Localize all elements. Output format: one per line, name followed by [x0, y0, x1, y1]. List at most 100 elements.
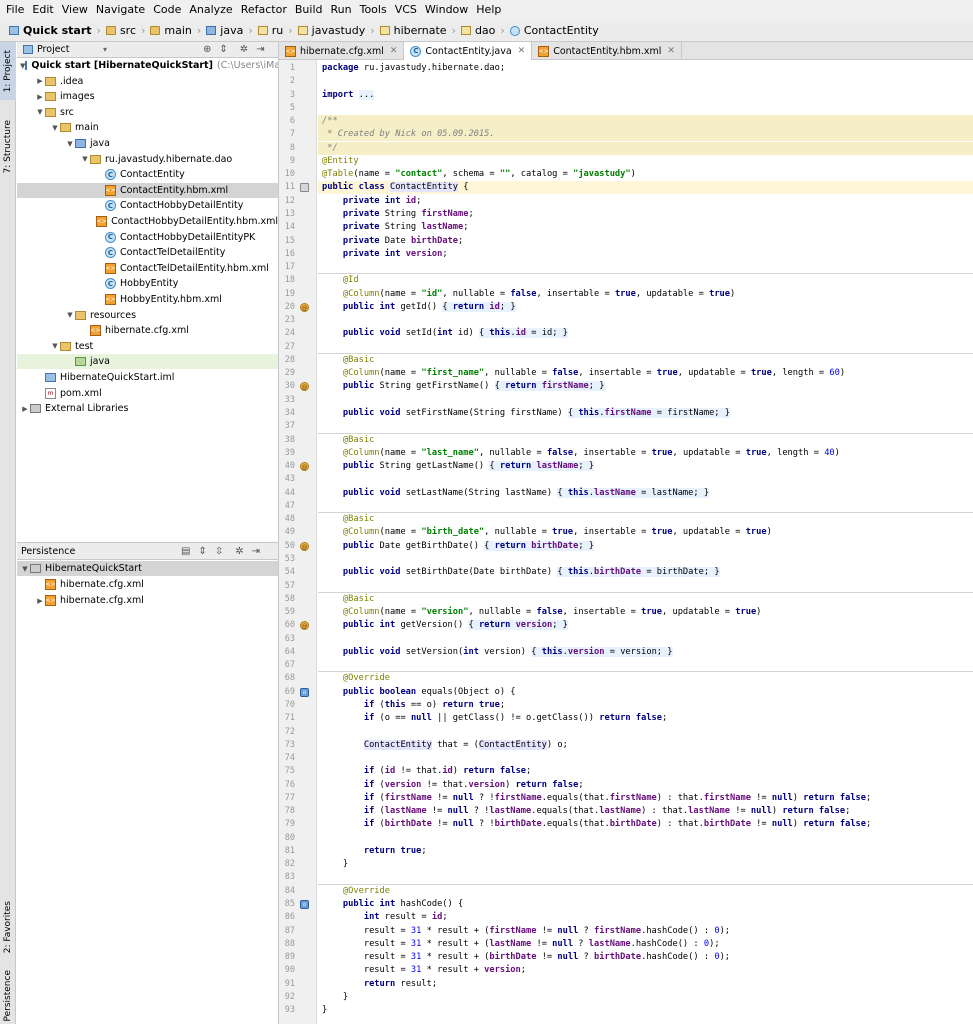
code-line[interactable]: result = 31 * result + (firstName != nul… [318, 925, 973, 938]
code-line[interactable]: private String lastName; [318, 221, 973, 234]
breadcrumb-item[interactable]: javastudy [295, 21, 369, 41]
code-line[interactable]: @Basic [318, 354, 973, 367]
tab-persistence[interactable]: Persistence [0, 967, 16, 1024]
code-line[interactable]: public void setVersion(int version) { th… [318, 646, 973, 659]
gear-icon[interactable]: ✲ [240, 44, 248, 55]
code-line[interactable]: @Entity [318, 155, 973, 168]
breadcrumb-item[interactable]: hibernate [377, 21, 450, 41]
code-line[interactable]: if (lastName != null ? !lastName.equals(… [318, 805, 973, 818]
code-line[interactable] [318, 633, 973, 646]
hide-panel-icon[interactable]: ⇥ [256, 44, 264, 55]
menu-item-vcs[interactable]: VCS [391, 0, 421, 20]
code-line[interactable]: public int getId() { return id; } [318, 301, 973, 314]
code-line[interactable] [318, 473, 973, 486]
expand-arrow-icon[interactable]: ▼ [35, 108, 45, 116]
code-line[interactable]: @Column(name = "first_name", nullable = … [318, 367, 973, 380]
breadcrumb-item[interactable]: main [147, 21, 194, 41]
code-line[interactable]: package ru.javastudy.hibernate.dao; [318, 62, 973, 75]
override-icon[interactable]: o [300, 900, 309, 909]
code-line[interactable]: if (o == null || getClass() != o.getClas… [318, 712, 973, 725]
code-line[interactable] [318, 726, 973, 739]
code-line[interactable]: public String getLastName() { return las… [318, 460, 973, 473]
expand-icon[interactable]: ⇕ [198, 546, 206, 557]
code-line[interactable]: @Column(name = "last_name", nullable = f… [318, 447, 973, 460]
tree-item[interactable]: ▼ HibernateQuickStart [17, 561, 278, 576]
code-line[interactable]: private Date birthDate; [318, 235, 973, 248]
tree-item[interactable]: ▼ Quick start [HibernateQuickStart] (C:\Us… [17, 58, 278, 73]
breadcrumb-item[interactable]: src [103, 21, 139, 41]
table-icon[interactable] [300, 183, 309, 193]
code-line[interactable]: public int hashCode() { [318, 898, 973, 911]
code-line[interactable]: result = 31 * result + (birthDate != nul… [318, 951, 973, 964]
breadcrumb-item[interactable]: Quick start [6, 21, 95, 41]
tree-item[interactable]: C HobbyEntity [17, 276, 278, 291]
project-view-selector[interactable]: Project [37, 44, 97, 55]
scroll-from-source-icon[interactable]: ⊕ [203, 44, 211, 55]
breadcrumb-item[interactable]: java [203, 21, 246, 41]
expand-arrow-icon[interactable]: ▼ [65, 140, 75, 148]
code-line[interactable]: result = 31 * result + (lastName != null… [318, 938, 973, 951]
gear-icon[interactable]: ✲ [235, 546, 243, 557]
code-line[interactable] [318, 659, 973, 672]
collapse-arrow-icon[interactable]: ▶ [35, 93, 45, 101]
tab-favorites[interactable]: 2: Favorites [0, 892, 16, 962]
breadcrumb-item[interactable]: dao [458, 21, 498, 41]
code-line[interactable]: return result; [318, 978, 973, 991]
code-line[interactable]: if (this == o) return true; [318, 699, 973, 712]
breadcrumb-item[interactable]: ContactEntity [507, 21, 602, 41]
code-line[interactable]: @Table(name = "contact", schema = "", ca… [318, 168, 973, 181]
tree-item[interactable]: C ContactHobbyDetailEntityPK [17, 230, 278, 245]
code-line[interactable]: @Basic [318, 593, 973, 606]
tree-item[interactable]: <> ContactEntity.hbm.xml [17, 182, 278, 198]
expand-arrow-icon[interactable]: ▼ [50, 124, 60, 132]
collapse-icon[interactable]: ⇳ [215, 546, 223, 557]
code-line[interactable]: @Column(name = "version", nullable = fal… [318, 606, 973, 619]
code-line[interactable]: } [318, 1004, 973, 1017]
code-line[interactable] [318, 420, 973, 433]
annotation-icon[interactable]: @ [300, 541, 309, 551]
code-line[interactable] [318, 553, 973, 566]
tree-item[interactable]: m pom.xml [17, 386, 278, 401]
menu-item-refactor[interactable]: Refactor [237, 0, 291, 20]
code-line[interactable] [318, 871, 973, 884]
tab-contactentity-hbm-xml[interactable]: <> ContactEntity.hbm.xml ✕ [532, 42, 682, 60]
tree-item[interactable]: ▶ images [17, 89, 278, 104]
annotation-icon[interactable]: @ [300, 302, 309, 312]
code-line[interactable]: private int id; [318, 195, 973, 208]
tree-item[interactable]: <> ContactTelDetailEntity.hbm.xml [17, 261, 278, 276]
code-line[interactable]: import ... [318, 89, 973, 102]
code-line[interactable]: */ [318, 141, 973, 155]
tree-item[interactable]: ▼ ru.javastudy.hibernate.dao [17, 152, 278, 167]
breadcrumb-item[interactable]: ru [255, 21, 287, 41]
menu-item-code[interactable]: Code [149, 0, 185, 20]
tree-item[interactable]: ▼ resources [17, 308, 278, 323]
tree-item[interactable]: ▶ External Libraries [17, 401, 278, 416]
expand-arrow-icon[interactable]: ▼ [80, 155, 90, 163]
tree-item[interactable]: C ContactTelDetailEntity [17, 245, 278, 260]
code-line[interactable]: @Column(name = "id", nullable = false, i… [318, 288, 973, 301]
expand-arrow-icon[interactable]: ▼ [50, 342, 60, 350]
override-icon[interactable]: o [300, 687, 309, 697]
tree-item[interactable]: C ContactEntity [17, 167, 278, 182]
hide-panel-icon[interactable]: ⇥ [252, 546, 260, 557]
code-line[interactable] [318, 752, 973, 765]
menu-item-analyze[interactable]: Analyze [185, 0, 236, 20]
code-line[interactable]: private String firstName; [318, 208, 973, 221]
code-line[interactable]: result = 31 * result + version; [318, 964, 973, 977]
code-line[interactable]: if (version != that.version) return fals… [318, 779, 973, 792]
code-line[interactable]: @Basic [318, 434, 973, 447]
code-line[interactable] [318, 394, 973, 407]
menu-item-view[interactable]: View [58, 0, 92, 20]
code-line[interactable]: if (firstName != null ? !firstName.equal… [318, 792, 973, 805]
collapse-arrow-icon[interactable]: ▶ [35, 597, 45, 605]
code-line[interactable]: @Id [318, 274, 973, 287]
code-line[interactable]: int result = id; [318, 911, 973, 924]
code-line[interactable]: if (id != that.id) return false; [318, 765, 973, 778]
tree-item[interactable]: ▼ test [17, 339, 278, 354]
collapse-arrow-icon[interactable]: ▶ [20, 405, 30, 413]
code-line[interactable]: @Override [318, 885, 973, 898]
expand-arrow-icon[interactable]: ▼ [20, 565, 30, 573]
code-line[interactable]: } [318, 858, 973, 871]
menu-item-tools[interactable]: Tools [356, 0, 391, 20]
tab-hibernate-cfg-xml[interactable]: <> hibernate.cfg.xml ✕ [279, 42, 405, 60]
